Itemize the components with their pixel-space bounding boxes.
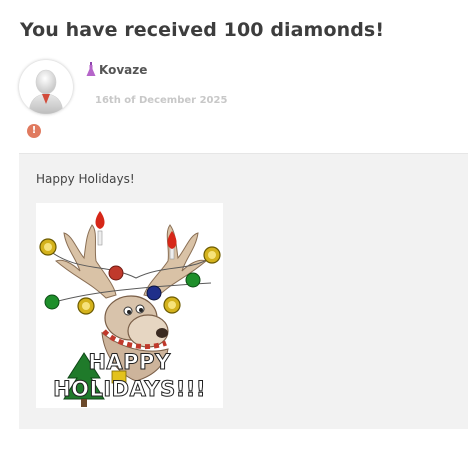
default-avatar-icon [28,69,64,114]
avatar[interactable] [19,60,73,114]
warning-icon[interactable]: ! [27,124,41,138]
gif-caption-line1: HAPPY [88,350,171,375]
holiday-gif: HAPPY HOLIDAYS!!! [36,203,223,408]
page-title: You have received 100 diamonds! [20,19,385,41]
gif-caption-line2: HOLIDAYS!!! [53,377,206,402]
potion-flask-icon [86,62,96,76]
author-row: Kovaze [86,62,147,77]
message-card: Happy Holidays! HAPPY HOLIDAYS!!! [19,153,468,429]
post-date: 16th of December 2025 [95,95,228,106]
author-name[interactable]: Kovaze [99,63,147,77]
message-text: Happy Holidays! [36,172,135,186]
